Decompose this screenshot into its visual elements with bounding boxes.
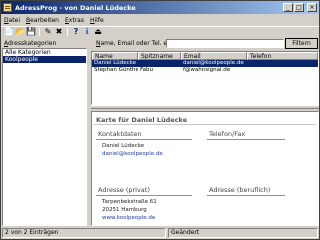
categories-list[interactable]: Alle Kategorien Koolpeople	[2, 48, 87, 226]
cell-phone	[247, 60, 318, 67]
toolbar: 📄 📂 💾 ✎ ✖ ? ℹ ⏏	[1, 26, 319, 37]
maximize-button[interactable]: □	[294, 3, 304, 12]
filter-button[interactable]: Filtern	[285, 38, 318, 49]
contacts-table: Name Spitzname Email Telefon Daniel Lüde…	[91, 51, 319, 105]
column-header-phone[interactable]: Telefon	[247, 52, 318, 60]
category-item[interactable]: Alle Kategorien	[3, 49, 86, 56]
cell-phone	[247, 67, 318, 74]
phone-section-title: Telefon/Fax	[209, 130, 246, 138]
table-header: Name Spitzname Email Telefon	[92, 52, 318, 60]
status-count: 2 von 2 Einträgen	[2, 228, 166, 238]
exit-icon[interactable]: ⏏	[93, 27, 103, 37]
column-header-nickname[interactable]: Spitzname	[138, 52, 181, 60]
column-header-email[interactable]: Email	[181, 52, 247, 60]
close-button[interactable]: ×	[307, 3, 317, 12]
cell-email: f@wahnsignal.de	[183, 67, 231, 73]
new-document-icon[interactable]: 📄	[4, 27, 14, 37]
contact-email-link[interactable]: daniel@koolpeople.de	[102, 151, 163, 157]
minimize-button[interactable]: _	[283, 3, 293, 12]
private-address-line	[96, 195, 192, 196]
cell-email: daniel@koolpeople.de	[181, 60, 247, 67]
menu-bar: Datei Bearbeiten Extras Hilfe	[1, 15, 319, 25]
table-row[interactable]: Daniel Lüdecke daniel@koolpeople.de	[92, 60, 318, 67]
card-divider	[94, 124, 316, 125]
work-address-title: Adresse (beruflich)	[209, 186, 271, 194]
cell-nickname: Fabu	[140, 67, 154, 73]
status-state: Geändert	[168, 228, 318, 238]
private-address-title: Adresse (privat)	[98, 186, 150, 194]
category-item[interactable]: Koolpeople	[3, 56, 86, 63]
address-street: Tarpenbekstraße 61	[102, 199, 157, 205]
menu-bearbeiten[interactable]: Bearbeiten	[26, 17, 59, 24]
column-header-name[interactable]: Name	[92, 52, 138, 60]
menu-extras[interactable]: Extras	[65, 17, 84, 24]
delete-icon[interactable]: ✖	[54, 27, 64, 37]
help-icon[interactable]: ?	[71, 27, 81, 37]
save-icon[interactable]: 💾	[26, 27, 36, 37]
table-row[interactable]: Stephan Günther Fabu f@wahnsignal.de	[92, 67, 318, 74]
categories-label: Adresskategorien	[4, 40, 57, 47]
window-controls: _ □ ×	[283, 3, 317, 12]
info-icon[interactable]: ℹ	[82, 27, 92, 37]
address-city: 20251 Hamburg	[102, 207, 147, 213]
status-bar: 2 von 2 Einträgen Geändert	[2, 228, 318, 238]
address-book-icon	[3, 3, 12, 12]
contact-section-line	[96, 139, 192, 140]
menu-datei[interactable]: Datei	[4, 17, 20, 24]
toolbar-separator	[39, 28, 40, 36]
menu-hilfe[interactable]: Hilfe	[90, 17, 104, 24]
cell-name: Daniel Lüdecke	[92, 60, 138, 67]
pane-splitter[interactable]	[91, 105, 319, 109]
card-title: Karte für Daniel Lüdecke	[96, 116, 188, 124]
phone-section-line	[207, 139, 285, 140]
contact-card: Karte für Daniel Lüdecke Kontaktdaten Da…	[91, 111, 319, 226]
search-input[interactable]	[166, 39, 284, 48]
cell-name: Stephan Günther	[94, 67, 138, 73]
toolbar-separator	[67, 28, 68, 36]
title-bar[interactable]: AdressProg - von Daniel Lüdecke _ □ ×	[1, 1, 319, 14]
edit-icon[interactable]: ✎	[43, 27, 53, 37]
contact-section-title: Kontaktdaten	[98, 130, 142, 138]
cell-nickname	[138, 60, 181, 67]
website-link[interactable]: www.koolpeople.de	[102, 215, 155, 221]
contact-name: Daniel Lüdecke	[102, 143, 145, 149]
app-window: AdressProg - von Daniel Lüdecke _ □ × Da…	[0, 0, 320, 240]
open-folder-icon[interactable]: 📂	[15, 27, 25, 37]
window-title: AdressProg - von Daniel Lüdecke	[15, 3, 136, 12]
work-address-line	[207, 195, 285, 196]
